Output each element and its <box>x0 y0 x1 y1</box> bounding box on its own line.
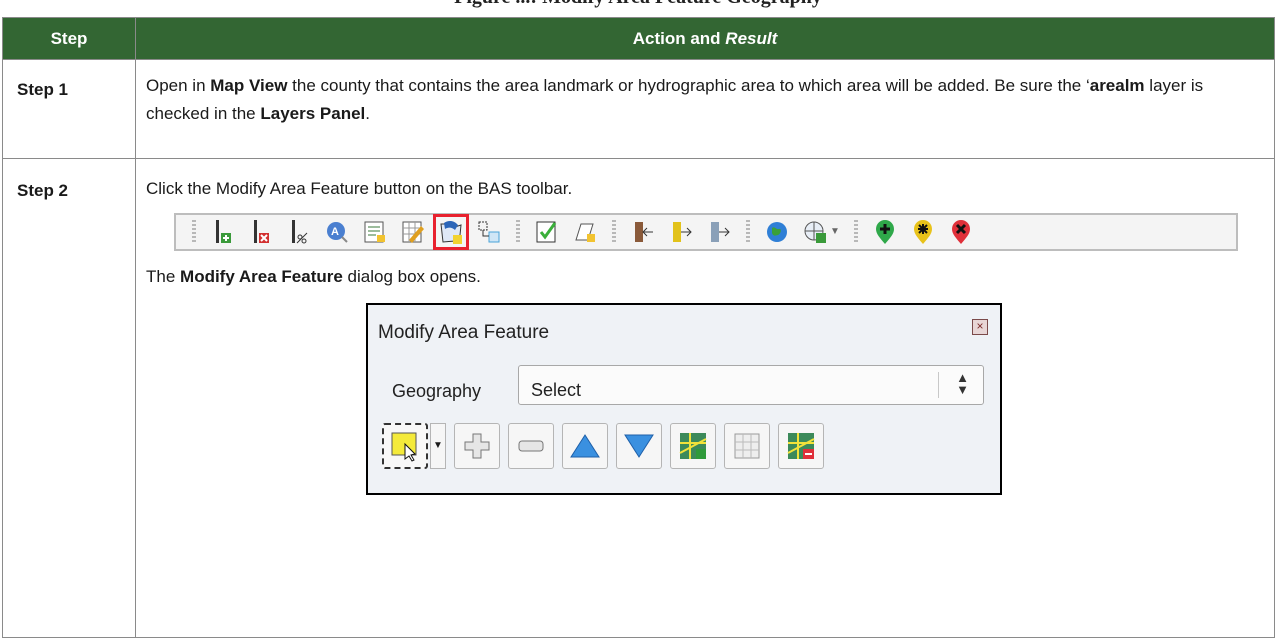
move-up-button[interactable] <box>562 423 608 469</box>
step-label: Step 1 <box>2 59 136 159</box>
validate-icon[interactable] <box>534 219 560 245</box>
step-result: The Modify Area Feature dialog box opens… <box>146 267 481 286</box>
geography-label: Geography <box>392 381 482 401</box>
attribute-grid-button[interactable] <box>724 423 770 469</box>
add-map-area-button[interactable] <box>670 423 716 469</box>
modify-area-feature-dialog: Modify Area Feature × Geography Select ▲… <box>366 303 1002 495</box>
toolbar-grip <box>746 220 750 244</box>
add-point-icon[interactable] <box>872 219 898 245</box>
geography-value: Select <box>531 380 582 400</box>
toolbar-grip <box>516 220 520 244</box>
move-down-button[interactable] <box>616 423 662 469</box>
figure-caption: Figure ...: Modify Area Feature Geograph… <box>0 0 1276 9</box>
select-arrows-icon: ▲ ▼ <box>956 370 969 397</box>
select-divider <box>938 372 939 398</box>
header-step: Step <box>2 17 136 60</box>
bas-toolbar: A ▼ <box>174 213 1238 251</box>
add-button[interactable] <box>454 423 500 469</box>
step-label: Step 2 <box>2 158 136 638</box>
select-features-button[interactable] <box>382 423 428 469</box>
svg-text:A: A <box>331 226 339 238</box>
export-left-icon[interactable] <box>630 219 656 245</box>
dialog-toolbar: ▼ <box>382 423 832 469</box>
split-linear-feature-icon[interactable] <box>286 219 312 245</box>
add-linear-feature-icon[interactable] <box>210 219 236 245</box>
modify-area-feature-icon[interactable] <box>433 214 469 250</box>
globe-icon[interactable] <box>764 219 790 245</box>
chevron-down-icon[interactable]: ▼ <box>430 423 446 469</box>
modify-point-icon[interactable] <box>910 219 936 245</box>
edit-attributes-icon[interactable] <box>400 219 426 245</box>
remove-map-area-button[interactable] <box>778 423 824 469</box>
new-area-icon[interactable] <box>572 219 598 245</box>
export-north-icon[interactable] <box>706 219 732 245</box>
toolbar-grip[interactable] <box>192 220 196 244</box>
header-action: Action and Result <box>135 17 1275 60</box>
geography-select[interactable]: Select ▲ ▼ <box>518 365 984 405</box>
toolbar-grip <box>853 220 858 244</box>
step-action: Click the Modify Area Feature button on … <box>135 158 1275 638</box>
table-header-row: Step Action and Result <box>2 17 1275 60</box>
export-right-icon[interactable] <box>668 219 694 245</box>
steps-table: Step Action and Result Step 1 Open in Ma… <box>2 17 1275 638</box>
delete-point-icon[interactable] <box>948 219 974 245</box>
step-instruction: Click the Modify Area Feature button on … <box>146 179 573 198</box>
close-icon[interactable]: × <box>972 319 988 335</box>
step-action: Open in Map View the county that contain… <box>135 59 1275 159</box>
table-row: Step 1 Open in Map View the county that … <box>2 59 1275 159</box>
add-web-layer-icon[interactable] <box>802 219 828 245</box>
attribute-table-icon[interactable] <box>362 219 388 245</box>
table-row: Step 2 Click the Modify Area Feature but… <box>2 158 1275 638</box>
search-feature-icon[interactable]: A <box>324 219 350 245</box>
delete-linear-feature-icon[interactable] <box>248 219 274 245</box>
chevron-down-icon[interactable]: ▼ <box>830 218 840 246</box>
dialog-title: Modify Area Feature <box>378 322 550 343</box>
remove-button[interactable] <box>508 423 554 469</box>
toolbar-grip <box>612 220 616 244</box>
boundary-change-icon[interactable] <box>476 219 502 245</box>
